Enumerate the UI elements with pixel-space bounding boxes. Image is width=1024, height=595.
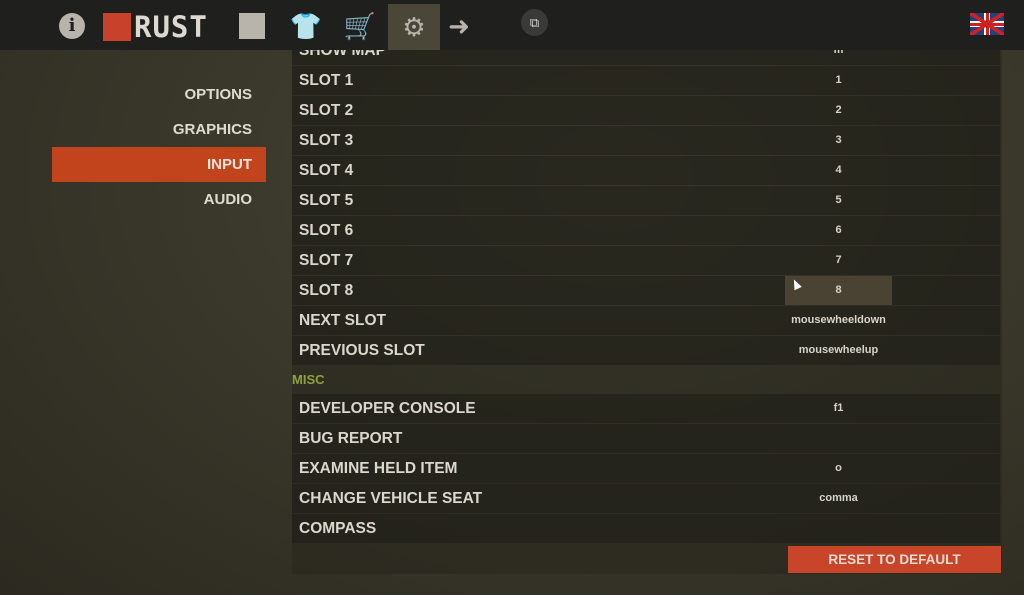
rust-logo[interactable]: RUST <box>103 10 208 44</box>
misc-section-header: MISC <box>292 372 325 387</box>
keybind-label: SLOT 5 <box>299 191 354 209</box>
keybind-label: DEVELOPER CONSOLE <box>299 399 476 417</box>
reset-to-default-button[interactable]: RESET TO DEFAULT <box>788 546 1001 573</box>
keybind-value[interactable]: comma <box>785 484 892 513</box>
keybind-value[interactable]: 4 <box>785 156 892 185</box>
sidebar-item-options[interactable]: OPTIONS <box>52 77 266 112</box>
keybind-label: SLOT 6 <box>299 221 354 239</box>
inventory-icon[interactable] <box>238 8 266 44</box>
keybind-value[interactable]: mousewheelup <box>785 336 892 365</box>
popout-icon[interactable]: ⧉ <box>521 9 548 36</box>
logo-text: RUST <box>134 10 208 44</box>
keybind-value[interactable]: 5 <box>785 186 892 215</box>
keybind-row[interactable]: SLOT 2 2 <box>292 96 1000 125</box>
exit-icon[interactable]: ➜ <box>444 8 474 44</box>
keybind-row[interactable]: PREVIOUS SLOT mousewheelup <box>292 336 1000 365</box>
keybind-label: SLOT 1 <box>299 71 354 89</box>
keybind-row[interactable]: SLOT 4 4 <box>292 156 1000 185</box>
keybind-row[interactable]: NEXT SLOT mousewheeldown <box>292 306 1000 335</box>
keybind-value[interactable]: 8 <box>785 276 892 305</box>
settings-sidebar: OPTIONS GRAPHICS INPUT AUDIO <box>52 77 266 217</box>
keybind-label: SLOT 7 <box>299 251 354 269</box>
keybind-value[interactable]: 1 <box>785 66 892 95</box>
keybind-value[interactable]: 2 <box>785 96 892 125</box>
keybind-row[interactable]: DEVELOPER CONSOLE f1 <box>292 394 1000 423</box>
keybind-label: SLOT 8 <box>299 281 354 299</box>
keybind-label: SLOT 4 <box>299 161 354 179</box>
keybind-value[interactable]: mousewheeldown <box>785 306 892 335</box>
keybind-value[interactable]: 3 <box>785 126 892 155</box>
keybind-row[interactable]: SLOT 5 5 <box>292 186 1000 215</box>
settings-gear-icon[interactable]: ⚙ <box>388 4 440 50</box>
keybind-value[interactable]: 6 <box>785 216 892 245</box>
sidebar-item-graphics[interactable]: GRAPHICS <box>52 112 266 147</box>
keybind-row[interactable]: SLOT 7 7 <box>292 246 1000 275</box>
keybind-value[interactable]: f1 <box>785 394 892 423</box>
sidebar-item-audio[interactable]: AUDIO <box>52 182 266 217</box>
keybind-value[interactable]: 7 <box>785 246 892 275</box>
shirt-icon[interactable]: 👕 <box>288 8 324 44</box>
keybind-row[interactable]: CHANGE VEHICLE SEAT comma <box>292 484 1000 513</box>
keybind-row[interactable]: SLOT 8 8 <box>292 276 1000 305</box>
top-nav-bar: i RUST 👕 🛒 ⚙ ➜ ⧉ <box>0 0 1024 50</box>
keybind-label: PREVIOUS SLOT <box>299 341 425 359</box>
keybind-label: CHANGE VEHICLE SEAT <box>299 489 483 507</box>
keybind-row[interactable]: SLOT 1 1 <box>292 66 1000 95</box>
keybind-label: EXAMINE HELD ITEM <box>299 459 458 477</box>
keybind-label: NEXT SLOT <box>299 311 386 329</box>
keybind-row[interactable]: COMPASS <box>292 514 1000 543</box>
store-cart-icon[interactable]: 🛒 <box>340 8 380 44</box>
uk-flag-icon[interactable] <box>970 13 1004 35</box>
keybind-label: BUG REPORT <box>299 429 403 447</box>
info-icon[interactable]: i <box>58 8 86 44</box>
keybind-row[interactable]: EXAMINE HELD ITEM o <box>292 454 1000 483</box>
keybind-row[interactable]: SLOT 3 3 <box>292 126 1000 155</box>
keybind-value[interactable]: o <box>785 454 892 483</box>
keybind-row[interactable]: SLOT 6 6 <box>292 216 1000 245</box>
keybind-value[interactable] <box>785 424 892 453</box>
keybind-row[interactable]: BUG REPORT <box>292 424 1000 453</box>
keybind-label: SLOT 2 <box>299 101 354 119</box>
keybind-value[interactable] <box>785 514 892 543</box>
keybind-label: COMPASS <box>299 519 377 537</box>
rust-logo-mark-icon <box>103 13 131 41</box>
sidebar-item-input[interactable]: INPUT <box>52 147 266 182</box>
keybind-label: SLOT 3 <box>299 131 354 149</box>
